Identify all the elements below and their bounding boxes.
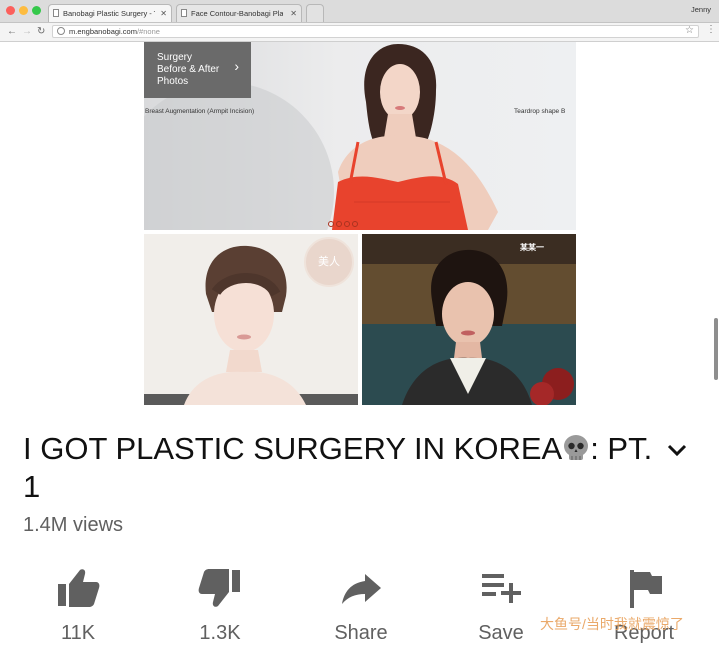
thumbs-down-icon	[198, 569, 240, 607]
page-icon	[53, 9, 59, 17]
like-button[interactable]: 11K	[28, 560, 128, 645]
carousel-dot[interactable]	[336, 221, 342, 227]
source-watermark: 大鱼号/当时我就震惊了	[540, 616, 684, 632]
thumbs-up-icon	[58, 569, 100, 607]
model-photo	[332, 44, 498, 230]
address-bar[interactable]: m.engbanobagi.com/#none	[52, 25, 699, 38]
info-icon[interactable]	[57, 27, 65, 35]
banner-caption-right: Teardrop shape B	[514, 108, 566, 115]
browser-toolbar: ← → ↻ m.engbanobagi.com/#none	[0, 23, 719, 42]
browser-menu-icon[interactable]: ⋮	[706, 24, 716, 35]
share-arrow-icon	[342, 574, 381, 604]
forward-arrow-icon[interactable]: →	[22, 25, 32, 39]
tab-banobagi-active[interactable]: Banobagi Plastic Surgery - The ✕	[48, 4, 172, 22]
browser-tab-bar: Banobagi Plastic Surgery - The ✕ Face Co…	[0, 0, 719, 23]
window-minimize-button[interactable]	[19, 6, 28, 15]
carousel-dot[interactable]	[328, 221, 334, 227]
window-zoom-button[interactable]	[32, 6, 41, 15]
before-after-photos-link[interactable]: Surgery Before & After Photos ›	[144, 42, 251, 98]
portrait-photo-right[interactable]	[362, 234, 576, 405]
brand-stamp-logo: 美人	[304, 237, 354, 287]
playlist-add-icon	[482, 574, 521, 603]
new-tab-button[interactable]	[306, 4, 324, 22]
photo-corner-mark: 某某一	[520, 243, 544, 252]
profile-name[interactable]: Jenny	[691, 5, 711, 14]
share-button[interactable]: Share	[311, 560, 411, 645]
view-count: 1.4M views	[23, 514, 124, 536]
back-arrow-icon[interactable]: ←	[7, 25, 17, 39]
url-text: m.engbanobagi.com/#none	[69, 27, 160, 36]
banner-caption-left: Breast Augmentation (Armpit Incision)	[145, 108, 255, 115]
video-title: I GOT PLASTIC SURGERY IN KOREA: PT. 1	[23, 431, 653, 504]
skull-emoji-icon	[564, 435, 589, 460]
flag-icon	[630, 570, 662, 608]
save-button[interactable]: Save	[451, 560, 551, 645]
dislike-button[interactable]: 1.3K	[170, 560, 270, 645]
reload-icon[interactable]: ↻	[37, 25, 45, 39]
bookmark-star-icon[interactable]: ☆	[685, 25, 694, 36]
carousel-dot[interactable]	[344, 221, 350, 227]
tab-face-contour[interactable]: Face Contour-Banobagi Plasti ✕	[176, 4, 302, 22]
chevron-right-icon: ›	[234, 58, 239, 74]
tab-close-icon[interactable]: ✕	[160, 5, 167, 22]
page-icon	[181, 9, 187, 17]
chevron-down-icon[interactable]	[665, 440, 689, 460]
carousel-dots[interactable]	[328, 214, 360, 232]
carousel-dot[interactable]	[352, 221, 358, 227]
window-close-button[interactable]	[6, 6, 15, 15]
tab-close-icon[interactable]: ✕	[290, 5, 297, 22]
scrollbar-thumb[interactable]	[714, 318, 718, 380]
